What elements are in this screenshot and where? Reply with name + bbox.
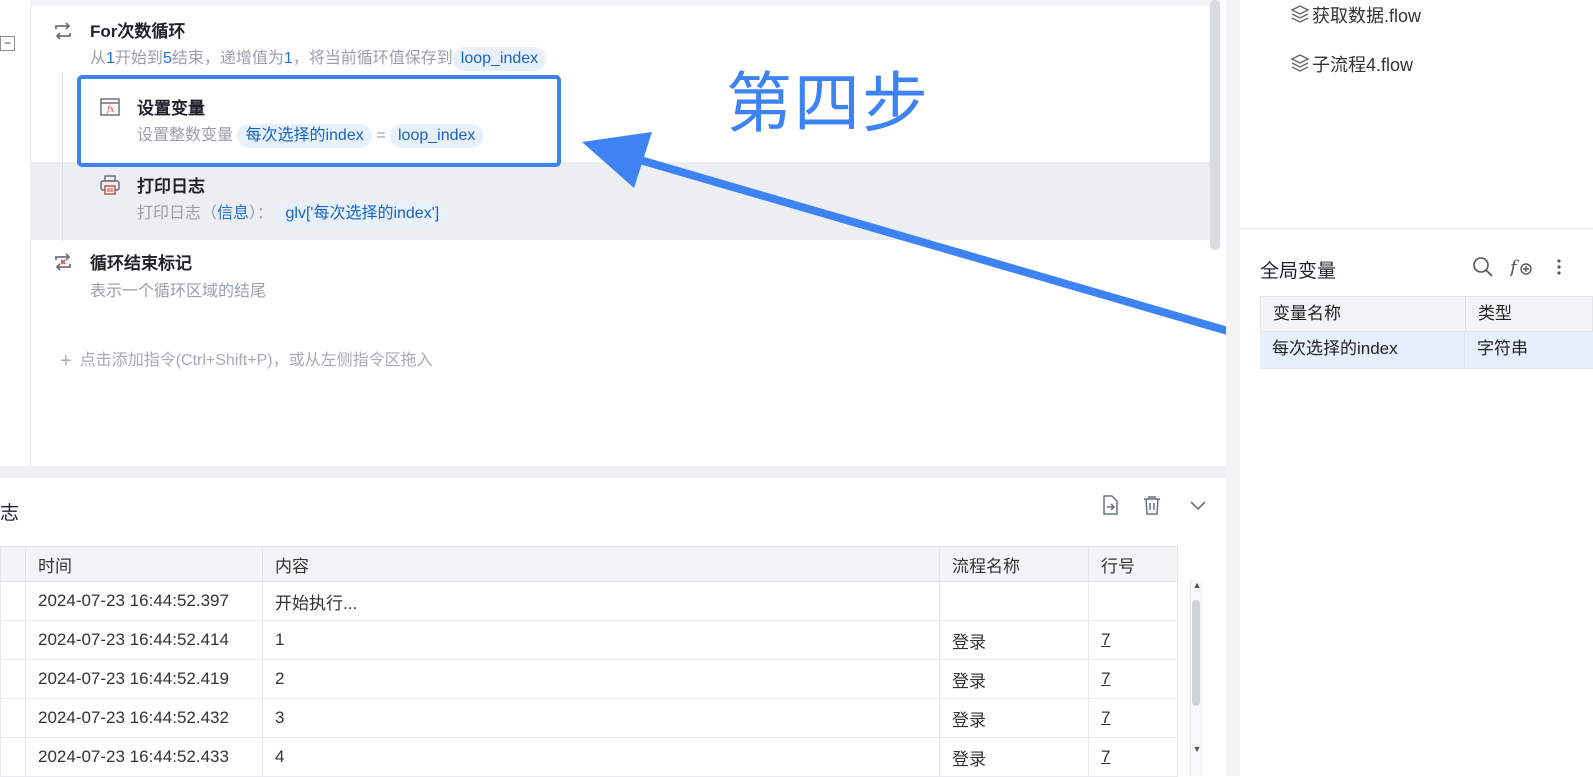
panel-divider [0, 466, 1226, 478]
column-header-type[interactable]: 类型 [1466, 297, 1524, 331]
flow-file-item[interactable]: 获取数据.flow [1312, 2, 1421, 28]
layers-icon [1290, 4, 1310, 24]
log-time: 2024-07-23 16:44:52.397 [25, 581, 263, 621]
column-header-time[interactable]: 时间 [25, 546, 263, 582]
variable-type: 字符串 [1477, 339, 1528, 358]
log-flow: 登录 [939, 659, 1089, 699]
line-number-link[interactable]: 7 [1101, 747, 1110, 766]
table-header-row: 时间 内容 流程名称 行号 [0, 546, 1178, 582]
log-panel-title: 志 [0, 503, 20, 524]
search-icon[interactable] [1472, 256, 1494, 284]
column-header-name[interactable]: 变量名称 [1261, 297, 1466, 331]
line-number-link[interactable]: 7 [1101, 708, 1110, 727]
table-row[interactable]: 2024-07-23 16:44:52.397 开始执行... [0, 581, 1178, 621]
column-header-flow[interactable]: 流程名称 [939, 546, 1089, 582]
log-time: 2024-07-23 16:44:52.414 [25, 620, 263, 660]
log-panel: 志 时间 内容 流程名称 行号 2024-07-23 16:44:52.397 … [0, 478, 1226, 777]
log-time: 2024-07-23 16:44:52.433 [25, 737, 263, 777]
log-flow: 登录 [939, 698, 1089, 738]
line-number-link[interactable]: 7 [1101, 630, 1110, 649]
log-content: 1 [262, 620, 940, 660]
log-content: 开始执行... [262, 581, 940, 621]
trash-icon[interactable] [1140, 494, 1164, 518]
scroll-up-icon[interactable]: ▲ [1192, 580, 1202, 590]
panel-divider-vertical[interactable] [1226, 0, 1240, 776]
global-variables-title: 全局变量 [1260, 261, 1337, 282]
column-header-line[interactable]: 行号 [1088, 546, 1178, 582]
log-content: 4 [262, 737, 940, 777]
table-row[interactable]: 2024-07-23 16:44:52.432 3 登录 7 [0, 698, 1178, 738]
flow-file-item[interactable]: 子流程4.flow [1312, 51, 1413, 77]
log-flow: 登录 [939, 620, 1089, 660]
scroll-down-icon[interactable]: ▼ [1192, 744, 1202, 754]
log-table: 时间 内容 流程名称 行号 2024-07-23 16:44:52.397 开始… [0, 546, 1178, 777]
log-scrollbar-thumb[interactable] [1192, 600, 1200, 706]
svg-text:f: f [1510, 257, 1520, 278]
column-header-content[interactable]: 内容 [262, 546, 940, 582]
add-function-icon[interactable]: f [1508, 256, 1534, 284]
log-time: 2024-07-23 16:44:52.419 [25, 659, 263, 699]
log-flow [939, 581, 1089, 621]
table-row[interactable]: 2024-07-23 16:44:52.414 1 登录 7 [0, 620, 1178, 660]
line-number-link[interactable]: 7 [1101, 669, 1110, 688]
log-content: 3 [262, 698, 940, 738]
variable-name: 每次选择的index [1260, 332, 1465, 368]
layers-icon [1290, 53, 1310, 73]
log-line [1088, 581, 1178, 621]
chevron-down-icon[interactable] [1186, 494, 1210, 518]
column-header-index [0, 546, 26, 582]
right-panel: 获取数据.flow 子流程4.flow 全局变量 f 变量名称 类型 每次选择的… [1240, 0, 1593, 776]
more-options-icon[interactable] [1556, 256, 1562, 284]
table-row[interactable]: 2024-07-23 16:44:52.433 4 登录 7 [0, 737, 1178, 777]
section-divider [1240, 228, 1593, 229]
global-variables-table: 变量名称 类型 每次选择的index 字符串 [1260, 296, 1593, 369]
log-content: 2 [262, 659, 940, 699]
log-flow: 登录 [939, 737, 1089, 777]
table-row[interactable]: 2024-07-23 16:44:52.419 2 登录 7 [0, 659, 1178, 699]
table-header-row: 变量名称 类型 [1260, 296, 1593, 332]
table-row[interactable]: 每次选择的index 字符串 [1260, 332, 1593, 369]
export-icon[interactable] [1098, 494, 1122, 518]
log-time: 2024-07-23 16:44:52.432 [25, 698, 263, 738]
